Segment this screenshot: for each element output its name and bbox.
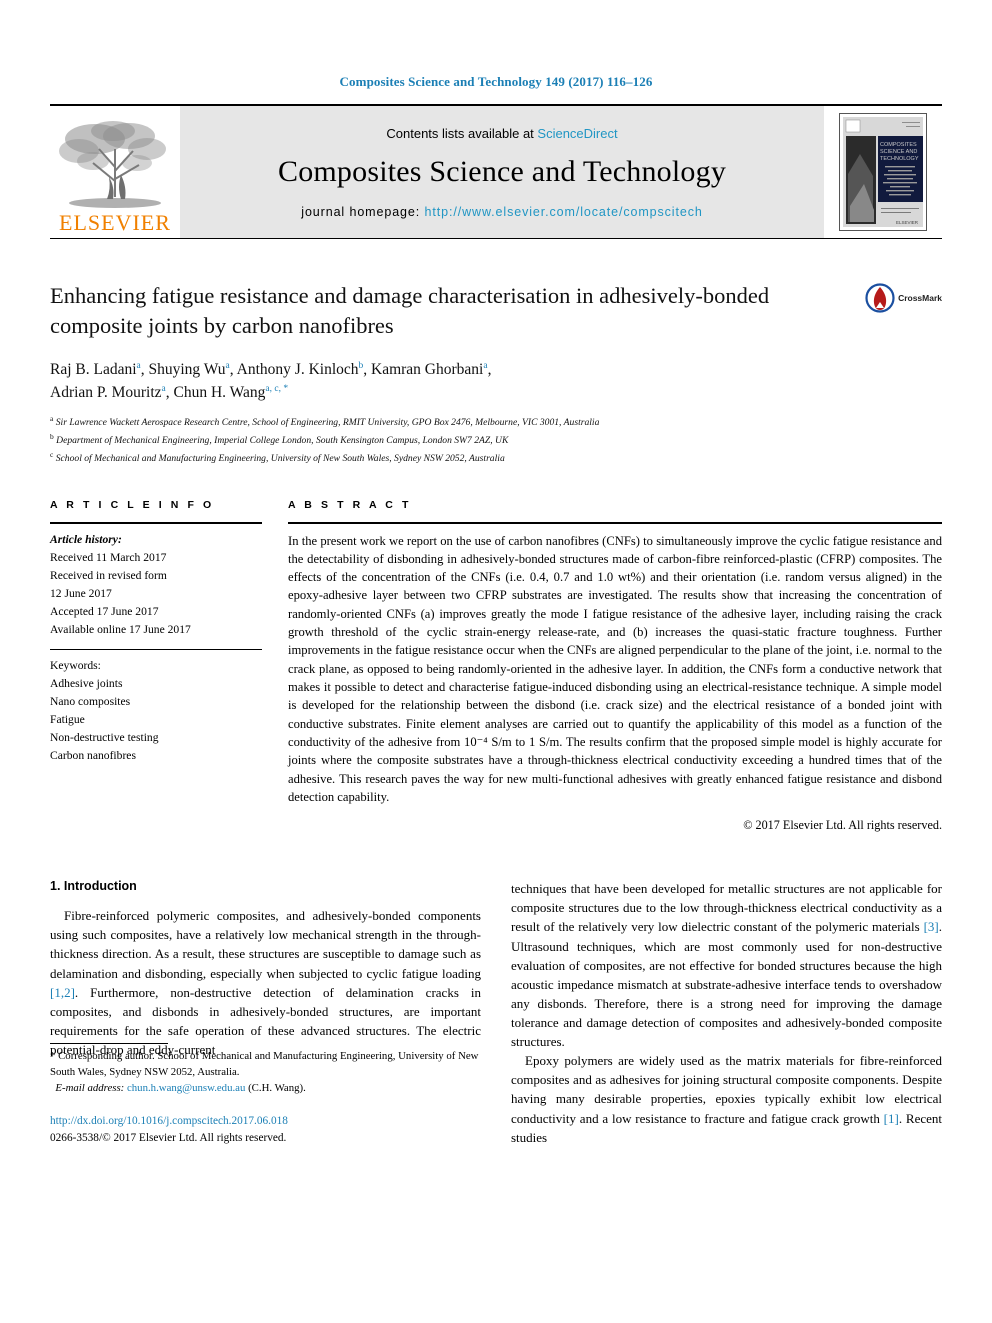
author-affiliation-mark: a, c, * (265, 383, 289, 394)
journal-cover-block: COMPOSITES SCIENCE AND TECHNOLOGY ELSEVI… (824, 106, 942, 238)
affiliation-mark: c (50, 449, 54, 459)
author-name: Raj B. Ladani (50, 360, 137, 378)
svg-text:COMPOSITES: COMPOSITES (880, 142, 917, 148)
author-name: Chun H. Wang (173, 384, 266, 402)
footnote-area: * Corresponding author. School of Mechan… (50, 1042, 481, 1147)
title-left: Enhancing fatigue resistance and damage … (50, 281, 865, 341)
author-affiliation-mark: a (483, 360, 488, 371)
affiliation-item: c School of Mechanical and Manufacturing… (50, 449, 942, 467)
homepage-url-link[interactable]: http://www.elsevier.com/locate/compscite… (425, 205, 703, 219)
author-list: Raj B. Ladania, Shuying Wua, Anthony J. … (50, 360, 492, 402)
sciencedirect-link[interactable]: ScienceDirect (537, 126, 617, 141)
keyword-item: Adhesive joints (50, 677, 123, 691)
keyword-item: Non-destructive testing (50, 731, 159, 745)
article-page: Composites Science and Technology 149 (2… (0, 0, 992, 1323)
page-title: Enhancing fatigue resistance and damage … (50, 283, 770, 338)
history-item: Available online 17 June 2017 (50, 622, 191, 636)
elsevier-wordmark: ELSEVIER (59, 210, 171, 235)
author-affiliation-mark: a (225, 360, 230, 371)
author-name: Anthony J. Kinloch (236, 360, 359, 378)
homepage-label: journal homepage: (301, 204, 425, 219)
journal-banner: Contents lists available at ScienceDirec… (180, 106, 824, 238)
journal-title: Composites Science and Technology (277, 154, 727, 188)
affiliation-item: a Sir Lawrence Wackett Aerospace Researc… (50, 413, 942, 431)
email-owner: (C.H. Wang). (248, 1081, 306, 1094)
citation-link[interactable]: [1,2] (50, 985, 75, 1000)
affiliation-list: a Sir Lawrence Wackett Aerospace Researc… (50, 413, 942, 466)
corresponding-author-note: * Corresponding author. School of Mechan… (50, 1049, 481, 1097)
contents-line: Contents lists available at ScienceDirec… (386, 126, 617, 141)
crossmark-icon (865, 283, 895, 313)
citation-link[interactable]: [1] (884, 1111, 899, 1126)
svg-text:SCIENCE AND: SCIENCE AND (880, 149, 917, 155)
footnote-divider (50, 1042, 168, 1044)
email-label: E-mail address: (55, 1081, 125, 1094)
citation-link[interactable]: [3] (924, 919, 939, 934)
article-info-heading: A R T I C L E I N F O (50, 498, 215, 511)
journal-cover-image: COMPOSITES SCIENCE AND TECHNOLOGY ELSEVI… (839, 113, 927, 231)
abstract-heading: A B S T R A C T (288, 498, 412, 511)
author-affiliation-mark: a (161, 383, 166, 394)
article-history-block: Article history: Received 11 March 2017 … (50, 524, 262, 649)
keyword-item: Nano composites (50, 695, 131, 709)
section-number: 1. (50, 879, 61, 894)
body-columns: 1. Introduction Fibre-reinforced polymer… (50, 879, 942, 1147)
author-name: Kamran Ghorbani (371, 360, 484, 378)
title-area: Enhancing fatigue resistance and damage … (50, 281, 942, 341)
paragraph-text: Fibre-reinforced polymeric composites, a… (50, 908, 481, 981)
journal-homepage-line: journal homepage: http://www.elsevier.co… (301, 205, 702, 219)
affiliation-text: Sir Lawrence Wackett Aerospace Research … (55, 417, 600, 429)
crossmark-label: CrossMark (898, 293, 942, 303)
paragraph: Epoxy polymers are widely used as the ma… (511, 1051, 942, 1147)
issn-copyright: 0266-3538/© 2017 Elsevier Ltd. All right… (50, 1131, 287, 1144)
history-item: Received in revised form (50, 568, 167, 582)
doi-link[interactable]: http://dx.doi.org/10.1016/j.compscitech.… (50, 1113, 481, 1130)
section-heading-introduction: 1. Introduction (50, 879, 481, 893)
paragraph-text: . Ultrasound techniques, which are most … (511, 919, 942, 1050)
contents-prefix: Contents lists available at (386, 125, 538, 141)
info-abstract-section: A R T I C L E I N F O Article history: R… (50, 499, 942, 834)
affiliation-mark: a (50, 414, 54, 424)
elsevier-tree-icon (59, 121, 166, 208)
article-info-column: A R T I C L E I N F O Article history: R… (50, 499, 288, 766)
author-affiliation-mark: a (136, 360, 141, 371)
history-item: Received 11 March 2017 (50, 550, 167, 564)
author-affiliation-mark: b (358, 360, 364, 371)
email-link[interactable]: chun.h.wang@unsw.edu.au (127, 1082, 245, 1094)
corresponding-text: Corresponding author. School of Mechanic… (50, 1049, 479, 1078)
paragraph-text: techniques that have been developed for … (511, 881, 942, 935)
affiliation-item: b Department of Mechanical Engineering, … (50, 431, 942, 449)
journal-masthead: ELSEVIER Contents lists available at Sci… (50, 104, 942, 239)
body-column-left: 1. Introduction Fibre-reinforced polymer… (50, 879, 481, 1147)
running-head: Composites Science and Technology 149 (2… (339, 74, 653, 89)
keyword-item: Fatigue (50, 713, 85, 727)
keyword-item: Carbon nanofibres (50, 749, 136, 763)
history-item: 12 June 2017 (50, 586, 112, 600)
keywords-label: Keywords: (50, 658, 101, 672)
svg-text:ELSEVIER: ELSEVIER (896, 220, 919, 225)
author-name: Adrian P. Mouritz (50, 384, 162, 402)
history-item: Accepted 17 June 2017 (50, 604, 159, 618)
paragraph-text: Epoxy polymers are widely used as the ma… (511, 1053, 942, 1126)
abstract-copyright: © 2017 Elsevier Ltd. All rights reserved… (743, 818, 942, 833)
elsevier-logo: ELSEVIER (50, 106, 180, 238)
author-name: Shuying Wu (148, 360, 226, 378)
crossmark-badge[interactable]: CrossMark (865, 283, 942, 313)
abstract-column: A B S T R A C T In the present work we r… (288, 499, 942, 834)
section-title: Introduction (63, 879, 137, 894)
affiliation-text: Department of Mechanical Engineering, Im… (56, 435, 509, 447)
affiliation-mark: b (50, 432, 54, 442)
paragraph: techniques that have been developed for … (511, 879, 942, 1051)
paragraph: Fibre-reinforced polymeric composites, a… (50, 906, 481, 1059)
abstract-text: In the present work we report on the use… (288, 533, 942, 804)
affiliation-text: School of Mechanical and Manufacturing E… (55, 452, 505, 464)
svg-text:TECHNOLOGY: TECHNOLOGY (880, 156, 919, 162)
body-column-right: techniques that have been developed for … (511, 879, 942, 1147)
keywords-block: Keywords: Adhesive joints Nano composite… (50, 650, 262, 765)
doi-block: http://dx.doi.org/10.1016/j.compscitech.… (50, 1113, 481, 1147)
article-history-label: Article history: (50, 532, 122, 546)
